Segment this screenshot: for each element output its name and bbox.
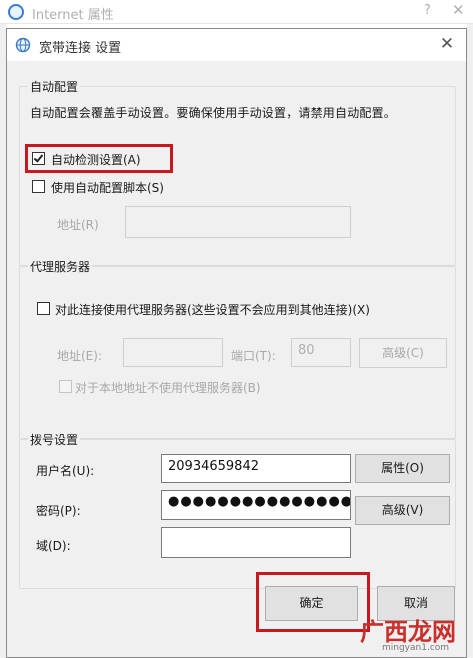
proxy-port-label: 端口(T):	[231, 349, 276, 363]
dialog-titlebar: 宽带连接 设置 ✕	[7, 29, 466, 61]
bypass-local-checkbox[interactable]	[59, 380, 72, 393]
auto-config-description: 自动配置会覆盖手动设置。要确保使用手动设置，请禁用自动配置。	[30, 106, 397, 120]
password-input[interactable]: ●●●●●●●●●●●●●●●●	[161, 490, 351, 520]
proxy-advanced-button[interactable]: 高级(C)	[359, 338, 447, 368]
bypass-local-label[interactable]: 对于本地地址不使用代理服务器(B)	[75, 379, 261, 396]
username-label: 用户名(U):	[36, 464, 95, 478]
dialog-close-button[interactable]: ✕	[432, 32, 462, 58]
domain-label: 域(D):	[36, 539, 71, 553]
use-script-label[interactable]: 使用自动配置脚本(S)	[51, 179, 164, 196]
dialup-legend: 拨号设置	[28, 431, 81, 448]
domain-input[interactable]	[161, 527, 351, 558]
password-label: 密码(P):	[36, 504, 81, 518]
broadband-settings-dialog: 宽带连接 设置 ✕ 自动配置 自动配置会覆盖手动设置。要确保使用手动设置，请禁用…	[6, 28, 467, 658]
dialup-properties-button[interactable]: 属性(O)	[355, 454, 450, 483]
background-window-titlebar: Internet 属性 ? ✕	[0, 0, 473, 24]
username-input[interactable]: 20934659842	[161, 454, 351, 483]
internet-globe-icon	[8, 4, 24, 20]
proxy-legend: 代理服务器	[28, 258, 93, 275]
proxy-address-label: 地址(E):	[57, 349, 102, 363]
watermark-logo: 广西龙网	[360, 618, 456, 646]
auto-config-legend: 自动配置	[28, 78, 81, 95]
dialup-advanced-button[interactable]: 高级(V)	[355, 496, 450, 525]
watermark-site: mingyan1.com	[382, 643, 450, 653]
script-address-label: 地址(R)	[57, 218, 99, 232]
auto-detect-highlight	[25, 144, 173, 173]
dialog-title: 宽带连接 设置	[39, 41, 122, 56]
script-address-input[interactable]	[125, 206, 351, 238]
proxy-port-input[interactable]: 80	[291, 338, 351, 367]
use-proxy-checkbox[interactable]	[37, 302, 50, 315]
use-script-checkbox[interactable]	[32, 180, 45, 193]
help-button[interactable]: ?	[424, 3, 431, 18]
background-close-button[interactable]: ✕	[452, 1, 465, 19]
proxy-address-input[interactable]	[123, 338, 223, 367]
background-window-edge-right	[467, 24, 473, 658]
use-proxy-label[interactable]: 对此连接使用代理服务器(这些设置不会应用到其他连接)(X)	[55, 301, 370, 318]
ok-button-highlight	[256, 572, 370, 632]
globe-icon	[15, 37, 31, 53]
background-window-title: Internet 属性	[32, 8, 114, 23]
